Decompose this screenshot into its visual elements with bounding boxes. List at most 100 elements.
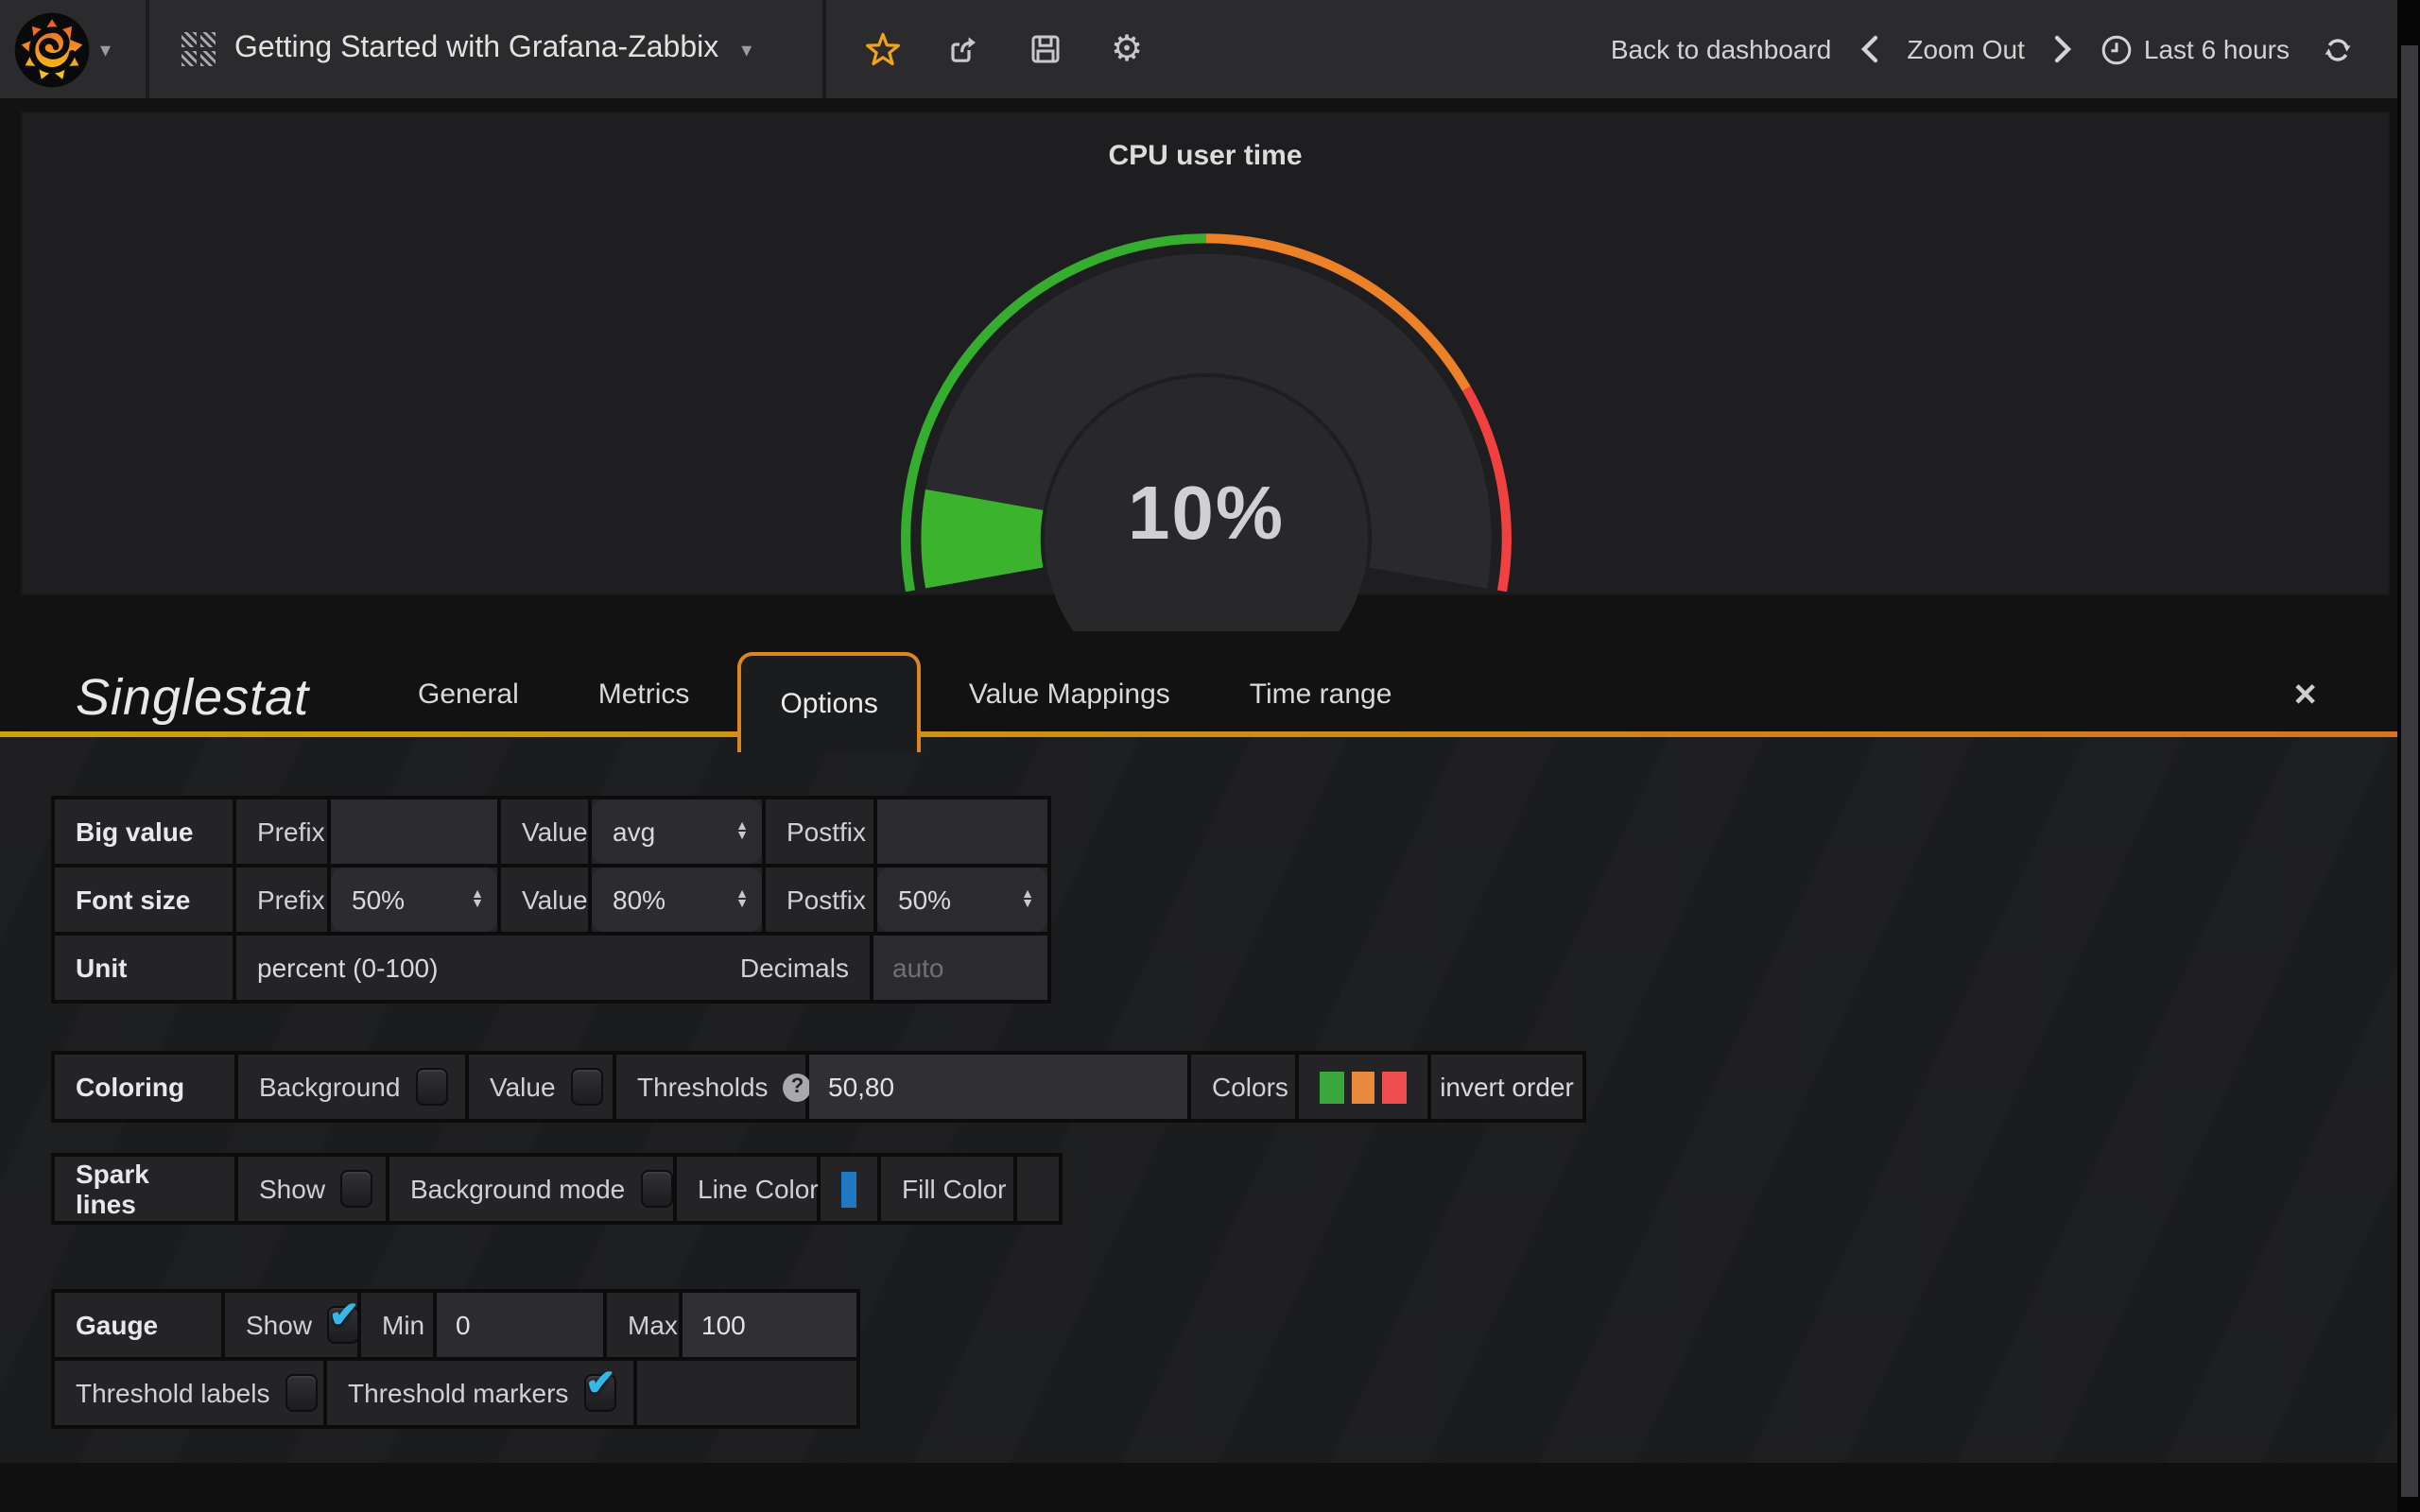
threshold-color-green-swatch[interactable] (1320, 1071, 1343, 1103)
refresh-icon[interactable] (2318, 30, 2356, 68)
value-font-size-select[interactable]: 80% ▲▼ (592, 868, 762, 932)
prefix-label: Prefix (257, 816, 325, 847)
coloring-background-checkbox[interactable]: ✔ (415, 1068, 447, 1106)
thresholds-input[interactable] (809, 1055, 1187, 1119)
dashboard-grid-icon (182, 32, 216, 66)
dashboard-actions: ⚙ (826, 0, 1146, 98)
navbar-right-controls: Back to dashboard Zoom Out Last 6 hours (1611, 0, 2397, 98)
invert-order-link[interactable]: invert order (1440, 1072, 1574, 1102)
clock-icon (2100, 33, 2133, 65)
grafana-app: ▾ Getting Started with Grafana-Zabbix ▾ (0, 0, 2420, 1512)
page-scrollbar (2397, 0, 2420, 1512)
gauge-row: Gauge Show ✔ Min Max (55, 1293, 856, 1357)
tab-metrics[interactable]: Metrics (559, 652, 730, 737)
gauge-label: Gauge (76, 1310, 158, 1340)
threshold-markers-label: Threshold markers (348, 1378, 568, 1408)
big-value-row: Big value Prefix Value avg ▲▼ Postfix (55, 799, 1047, 864)
thresholds-help-icon[interactable]: ? (784, 1073, 812, 1101)
panel-editor-tabbar: Singlestat General Metrics Options Value… (0, 652, 2397, 737)
close-editor-icon[interactable]: ✕ (2292, 682, 2318, 713)
unit-row: Unit percent (0-100) Decimals (55, 936, 1047, 1000)
value-label: Value (490, 1072, 556, 1102)
value-function-select[interactable]: avg ▲▼ (592, 799, 762, 864)
dashboard-title-dropdown[interactable]: Getting Started with Grafana-Zabbix ▾ (149, 0, 826, 98)
decimals-label: Decimals (740, 953, 849, 983)
font-size-label: Font size (76, 885, 190, 915)
line-color-swatch[interactable] (841, 1171, 856, 1207)
sparklines-group: Spark lines Show ✔ Background mode ✔ Lin… (51, 1153, 1063, 1225)
time-range-label: Last 6 hours (2144, 34, 2290, 64)
value-label: Value (522, 816, 588, 847)
big-value-prefix-input[interactable] (331, 799, 497, 864)
tab-general[interactable]: General (378, 652, 559, 737)
scrollbar-thumb[interactable] (2400, 45, 2417, 1497)
threshold-color-red-swatch[interactable] (1383, 1071, 1407, 1103)
empty-cell (637, 1361, 856, 1425)
select-spinner-icon: ▲▼ (735, 821, 749, 842)
zoom-out-button[interactable]: Zoom Out (1907, 34, 2025, 64)
colors-label: Colors (1212, 1072, 1288, 1102)
sparklines-row: Spark lines Show ✔ Background mode ✔ Lin… (55, 1157, 1059, 1221)
big-value-label: Big value (76, 816, 194, 847)
gauge-options-group: Gauge Show ✔ Min Max Threshold labels ✔ … (51, 1289, 860, 1429)
postfix-font-size-select[interactable]: 50% ▲▼ (877, 868, 1047, 932)
fill-color-label: Fill Color (902, 1174, 1006, 1204)
value-options-group: Big value Prefix Value avg ▲▼ Postfix Fo… (51, 796, 1051, 1004)
threshold-color-orange-swatch[interactable] (1351, 1071, 1374, 1103)
threshold-labels-label: Threshold labels (76, 1378, 269, 1408)
threshold-toggles-row: Threshold labels ✔ Threshold markers ✔ (55, 1361, 856, 1425)
settings-gear-icon[interactable]: ⚙ (1108, 30, 1146, 68)
min-label: Min (382, 1310, 424, 1340)
save-icon[interactable] (1027, 30, 1064, 68)
coloring-value-checkbox[interactable]: ✔ (571, 1068, 603, 1106)
top-navbar: ▾ Getting Started with Grafana-Zabbix ▾ (0, 0, 2397, 98)
big-value-postfix-input[interactable] (877, 799, 1047, 864)
line-color-label: Line Color (698, 1174, 819, 1204)
tab-value-mappings[interactable]: Value Mappings (929, 652, 1210, 737)
singlestat-panel: CPU user time 10% (21, 112, 2390, 595)
dashboard-title: Getting Started with Grafana-Zabbix (234, 32, 718, 66)
select-spinner-icon: ▲▼ (1021, 889, 1034, 910)
title-caret-down-icon: ▾ (741, 37, 752, 61)
background-mode-checkbox[interactable]: ✔ (640, 1170, 672, 1208)
gauge-min-input[interactable] (437, 1293, 603, 1357)
time-shift-left-icon[interactable] (1859, 34, 1878, 64)
background-label: Background (259, 1072, 400, 1102)
logo-caret-down-icon: ▾ (100, 37, 111, 61)
unit-select-link[interactable]: percent (0-100) (257, 953, 438, 983)
threshold-labels-checkbox[interactable]: ✔ (285, 1374, 317, 1412)
threshold-markers-checkbox[interactable]: ✔ (583, 1374, 615, 1412)
decimals-input[interactable] (873, 936, 1047, 1000)
prefix-label: Prefix (257, 885, 325, 915)
value-label: Value (522, 885, 588, 915)
postfix-label: Postfix (786, 885, 866, 915)
show-label: Show (246, 1310, 312, 1340)
star-icon[interactable] (864, 30, 902, 68)
prefix-font-size-select[interactable]: 50% ▲▼ (331, 868, 497, 932)
thresholds-label: Thresholds (637, 1072, 769, 1102)
tab-time-range[interactable]: Time range (1210, 652, 1432, 737)
time-range-picker[interactable]: Last 6 hours (2100, 33, 2290, 65)
options-pane: Big value Prefix Value avg ▲▼ Postfix Fo… (0, 737, 2397, 1463)
editor-tabs: General Metrics Options Value Mappings T… (378, 652, 1431, 737)
font-size-row: Font size Prefix 50% ▲▼ Value 80% ▲▼ Pos… (55, 868, 1047, 932)
editor-heading: Singlestat (76, 669, 309, 728)
gauge-max-input[interactable] (683, 1293, 856, 1357)
panel-title[interactable]: CPU user time (23, 140, 2388, 172)
share-icon[interactable] (945, 30, 983, 68)
unit-label: Unit (76, 953, 127, 983)
gauge-show-checkbox[interactable]: ✔ (327, 1306, 359, 1344)
tab-options[interactable]: Options (736, 652, 921, 752)
background-mode-label: Background mode (410, 1174, 625, 1204)
sparkline-show-checkbox[interactable]: ✔ (340, 1170, 372, 1208)
coloring-group: Coloring Background ✔ Value ✔ Thresholds… (51, 1051, 1586, 1123)
grafana-logo-menu[interactable]: ▾ (0, 0, 149, 98)
select-spinner-icon: ▲▼ (735, 889, 749, 910)
coloring-row: Coloring Background ✔ Value ✔ Thresholds… (55, 1055, 1582, 1119)
select-spinner-icon: ▲▼ (471, 889, 484, 910)
back-to-dashboard-button[interactable]: Back to dashboard (1611, 34, 1832, 64)
time-shift-right-icon[interactable] (2053, 34, 2072, 64)
page-bottom-strip (0, 1463, 2397, 1512)
max-label: Max (628, 1310, 678, 1340)
coloring-label: Coloring (76, 1072, 184, 1102)
